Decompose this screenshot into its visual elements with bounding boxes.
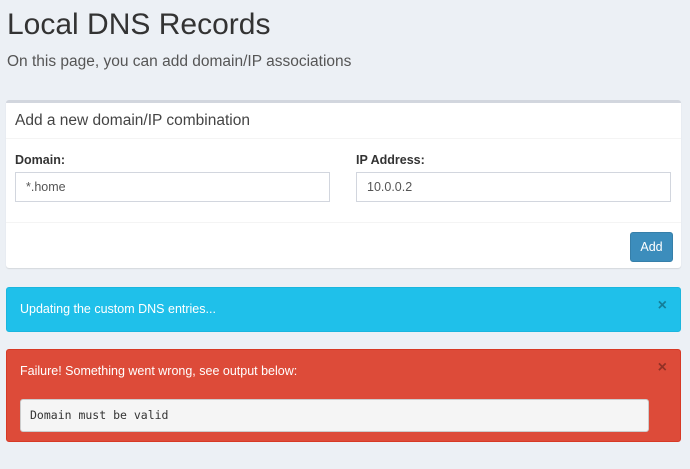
add-button[interactable]: Add: [630, 232, 673, 262]
close-icon[interactable]: ×: [658, 360, 667, 376]
ip-address-input[interactable]: [356, 172, 671, 202]
domain-input[interactable]: [15, 172, 330, 202]
close-icon[interactable]: ×: [658, 298, 667, 314]
page-title: Local DNS Records: [7, 8, 271, 41]
page-subtitle: On this page, you can add domain/IP asso…: [7, 53, 352, 70]
info-alert: Updating the custom DNS entries... ×: [6, 287, 681, 332]
error-alert-text: Failure! Something went wrong, see outpu…: [20, 364, 298, 378]
info-alert-text: Updating the custom DNS entries...: [20, 302, 216, 316]
error-alert: Failure! Something went wrong, see outpu…: [6, 349, 681, 442]
ip-address-label: IP Address:: [356, 153, 425, 167]
domain-label: Domain:: [15, 153, 65, 167]
add-record-panel: Add a new domain/IP combination Domain: …: [6, 100, 681, 268]
panel-footer: Add: [6, 222, 681, 268]
error-output: Domain must be valid: [20, 399, 649, 432]
panel-header: Add a new domain/IP combination: [6, 103, 681, 139]
panel-title: Add a new domain/IP combination: [15, 112, 250, 129]
